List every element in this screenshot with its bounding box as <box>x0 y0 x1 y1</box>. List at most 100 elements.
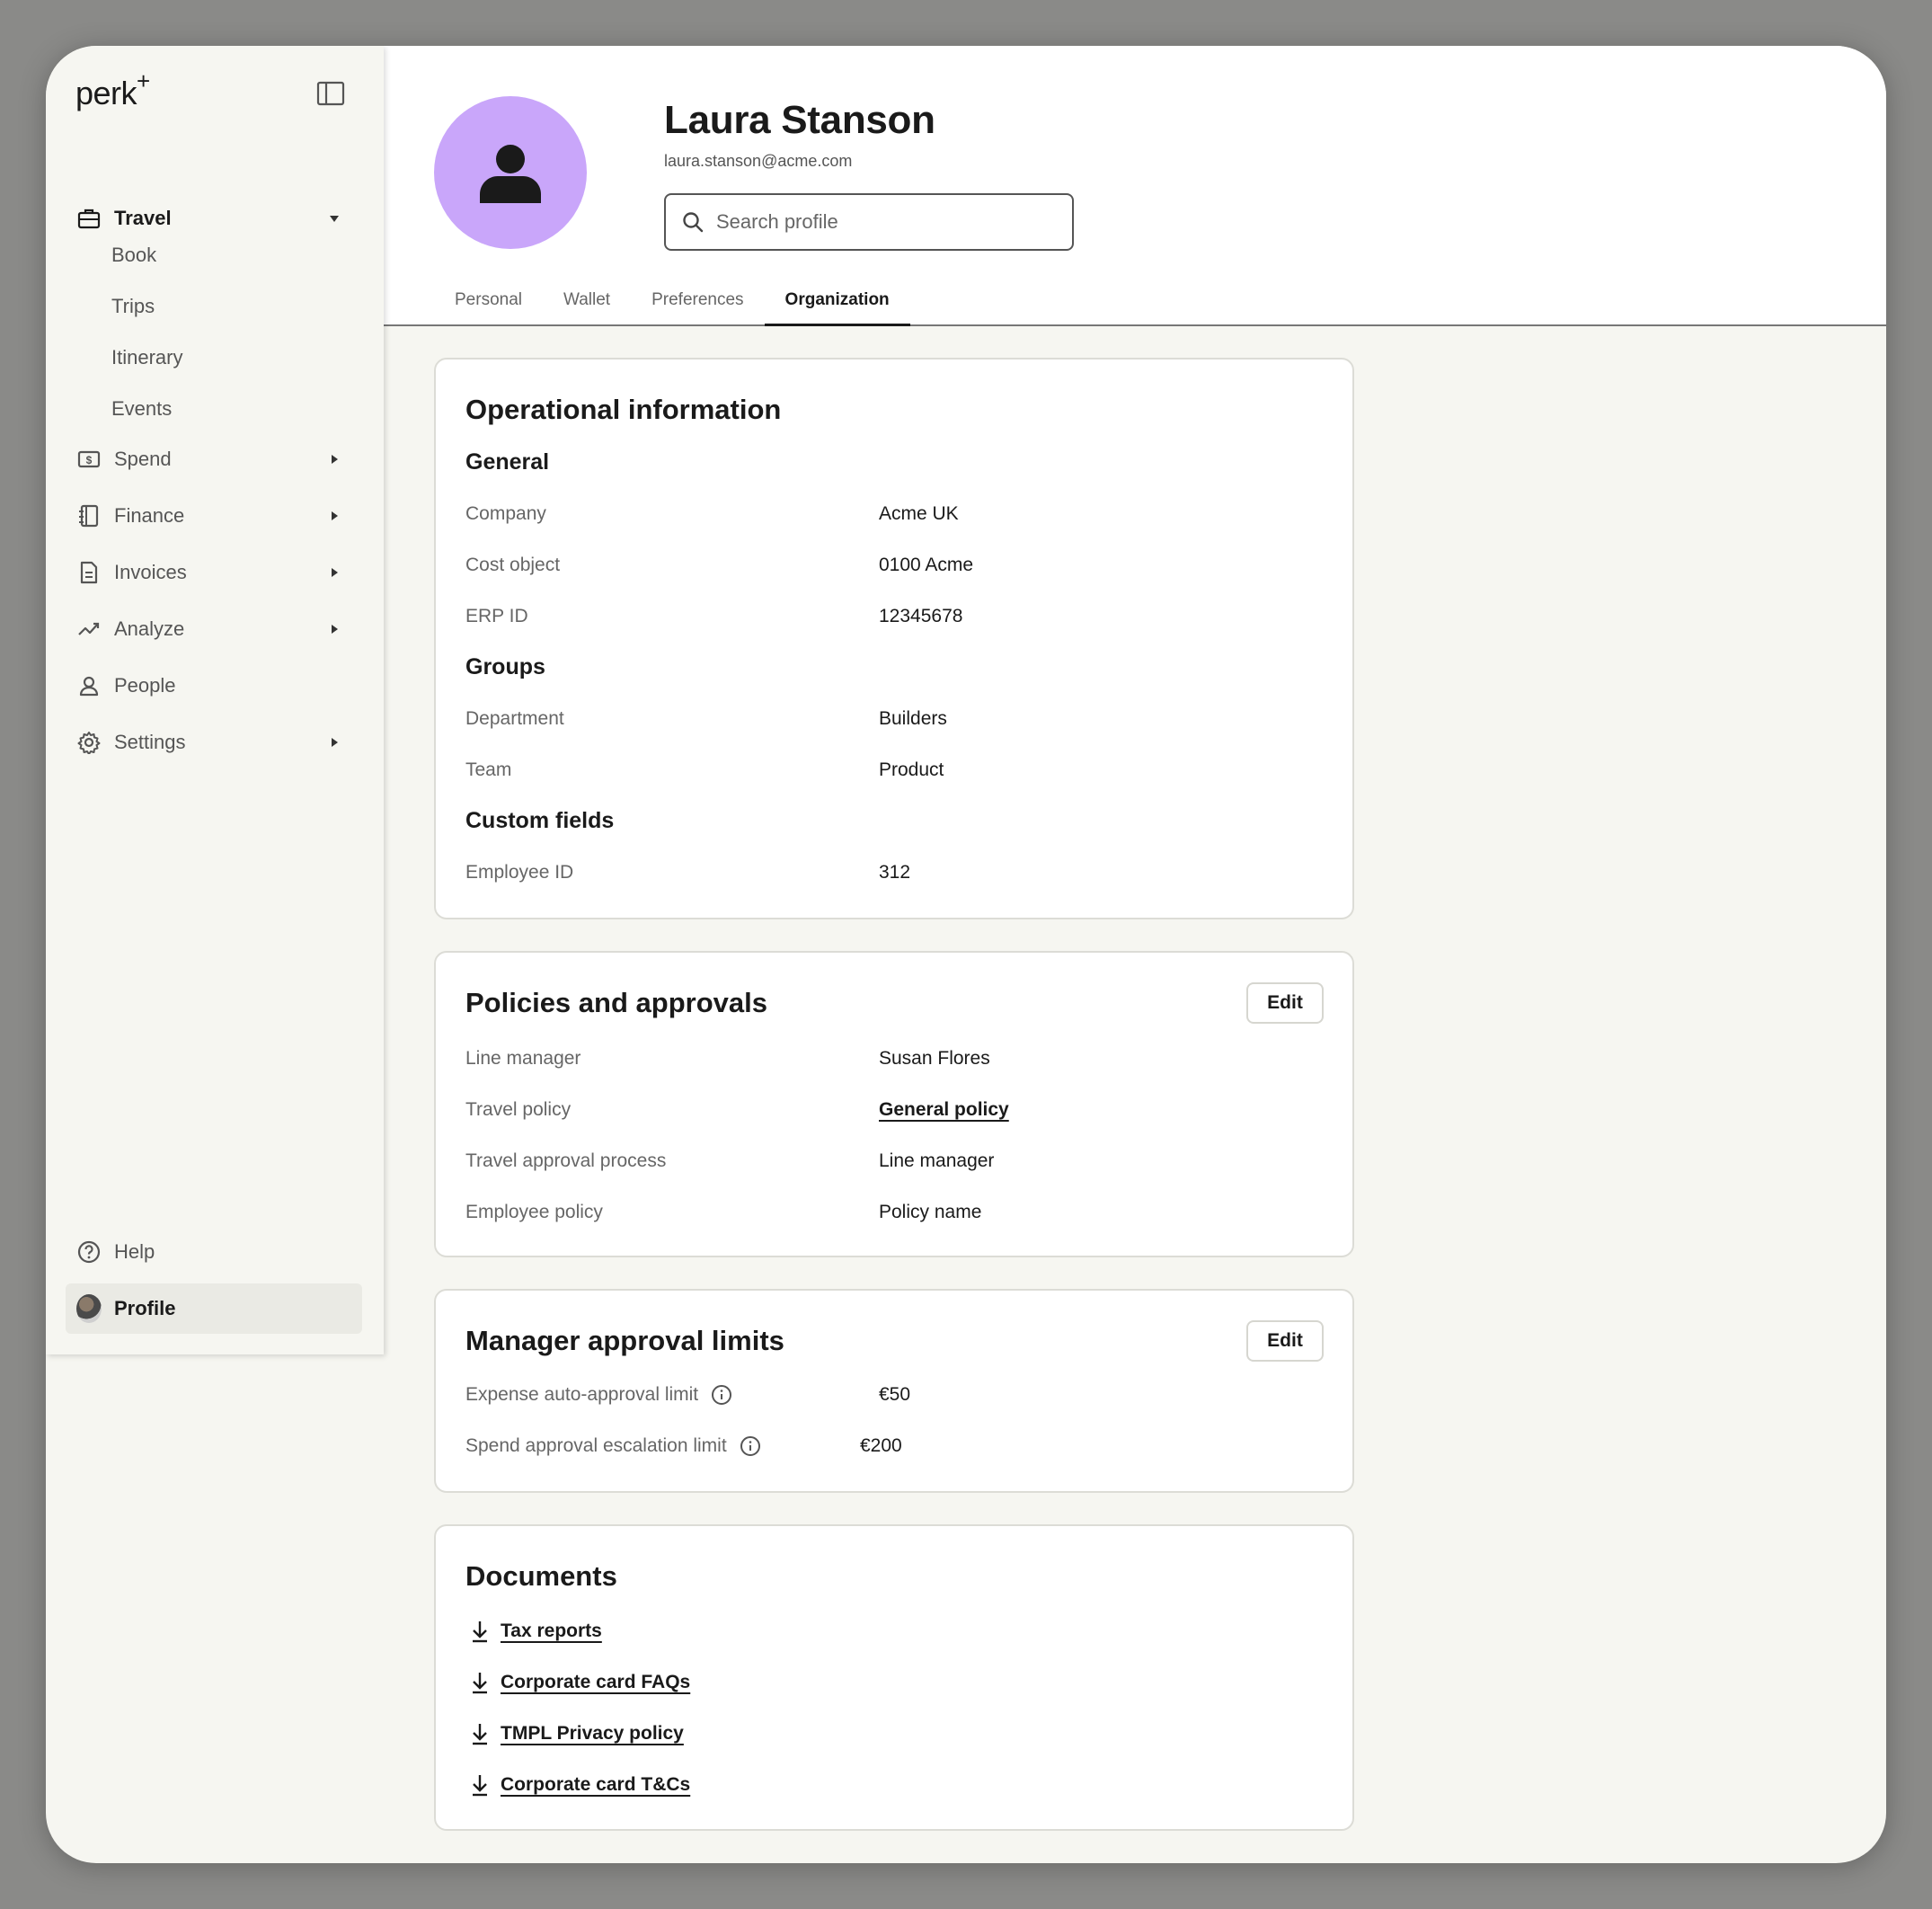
sidebar-subitem-book[interactable]: Book <box>111 237 156 273</box>
field-label: Company <box>465 503 546 524</box>
sidebar-toggle-icon[interactable] <box>316 81 345 106</box>
sidebar-subitem-trips[interactable]: Trips <box>111 289 155 324</box>
card-title: Policies and approvals <box>465 987 767 1018</box>
sidebar-item-label: Analyze <box>114 617 185 640</box>
field-value: 0100 Acme <box>879 555 974 575</box>
field-label: Department <box>465 708 564 729</box>
tab-organization[interactable]: Organization <box>764 281 910 326</box>
chevron-right-icon <box>332 511 338 520</box>
sidebar: perk+ Travel Book Trips Itinerary Events… <box>46 46 384 1354</box>
document-icon <box>76 560 102 585</box>
app-window: perk+ Travel Book Trips Itinerary Events… <box>46 46 1886 1863</box>
document-link-label: TMPL Privacy policy <box>501 1723 684 1744</box>
sidebar-item-people[interactable]: People <box>66 661 362 711</box>
sidebar-item-label: Spend <box>114 448 172 470</box>
sidebar-item-analyze[interactable]: Analyze <box>66 604 362 654</box>
section-title-groups: Groups <box>465 654 545 679</box>
sidebar-item-finance[interactable]: Finance <box>66 491 362 541</box>
field-label: Cost object <box>465 555 561 575</box>
card-title: Manager approval limits <box>465 1325 784 1356</box>
sidebar-item-invoices[interactable]: Invoices <box>66 547 362 598</box>
card-title: Documents <box>465 1560 617 1592</box>
profile-tabs: Personal Wallet Preferences Organization <box>434 281 910 326</box>
profile-header: Laura Stanson laura.stanson@acme.com Per… <box>384 46 1886 326</box>
info-icon[interactable] <box>740 1435 761 1457</box>
edit-policies-button[interactable]: Edit <box>1246 982 1324 1024</box>
download-icon <box>473 1621 487 1643</box>
field-value: Susan Flores <box>879 1048 990 1069</box>
field-value: Policy name <box>879 1202 982 1222</box>
ledger-icon <box>76 503 102 528</box>
profile-email: laura.stanson@acme.com <box>664 152 853 170</box>
profile-name: Laura Stanson <box>664 98 935 142</box>
field-label: Travel policy <box>465 1099 572 1120</box>
help-icon <box>76 1239 102 1265</box>
documents-card: Documents Tax reports Corporate card FAQ… <box>434 1524 1354 1831</box>
field-label: Travel approval process <box>465 1150 667 1171</box>
edit-limits-button[interactable]: Edit <box>1246 1320 1324 1362</box>
document-link[interactable]: Tax reports <box>470 1620 602 1643</box>
field-label: Team <box>465 759 512 780</box>
chevron-right-icon <box>332 738 338 747</box>
chevron-down-icon <box>330 216 339 222</box>
field-label: Expense auto-approval limit <box>465 1384 732 1406</box>
money-icon: $ <box>76 447 102 472</box>
operational-info-card: Operational information General Company … <box>434 358 1354 919</box>
field-label-text: Expense auto-approval limit <box>465 1384 699 1405</box>
field-label: ERP ID <box>465 606 528 626</box>
tab-preferences[interactable]: Preferences <box>631 281 764 326</box>
field-label: Line manager <box>465 1048 581 1069</box>
field-value: €200 <box>860 1435 902 1456</box>
document-link-label: Tax reports <box>501 1620 602 1641</box>
field-value: €50 <box>879 1384 911 1405</box>
document-link[interactable]: Corporate card T&Cs <box>470 1773 690 1797</box>
sidebar-item-label: Finance <box>114 504 185 527</box>
sidebar-subitem-itinerary[interactable]: Itinerary <box>111 340 182 376</box>
sidebar-item-label: Invoices <box>114 561 187 583</box>
sidebar-item-label: Travel <box>114 207 172 229</box>
sidebar-subitem-events[interactable]: Events <box>111 391 172 427</box>
sidebar-item-help[interactable]: Help <box>66 1227 362 1277</box>
field-value: Product <box>879 759 944 780</box>
person-icon <box>76 673 102 698</box>
user-silhouette-icon <box>480 145 541 203</box>
sidebar-item-label: People <box>114 674 176 697</box>
policies-card: Policies and approvals Edit Line manager… <box>434 951 1354 1257</box>
chevron-right-icon <box>332 625 338 634</box>
sidebar-item-label: Settings <box>114 731 186 753</box>
download-icon <box>473 1775 487 1797</box>
card-title: Operational information <box>465 394 782 425</box>
search-input[interactable] <box>716 210 1058 234</box>
field-value: Builders <box>879 708 947 729</box>
travel-policy-link[interactable]: General policy <box>879 1099 1009 1121</box>
field-label: Spend approval escalation limit <box>465 1435 761 1457</box>
document-link[interactable]: Corporate card FAQs <box>470 1671 690 1694</box>
chevron-right-icon <box>332 455 338 464</box>
sidebar-item-profile[interactable]: Profile <box>66 1283 362 1334</box>
section-title-general: General <box>465 449 550 475</box>
section-title-custom-fields: Custom fields <box>465 808 615 833</box>
svg-text:$: $ <box>86 454 93 466</box>
info-icon[interactable] <box>711 1384 732 1406</box>
sidebar-item-settings[interactable]: Settings <box>66 717 362 768</box>
field-value: 12345678 <box>879 606 963 626</box>
trend-icon <box>76 617 102 642</box>
chevron-right-icon <box>332 568 338 577</box>
gear-icon <box>76 730 102 755</box>
search-field[interactable] <box>664 193 1074 251</box>
tab-personal[interactable]: Personal <box>434 281 543 326</box>
document-link-label: Corporate card T&Cs <box>501 1774 691 1795</box>
field-value: Line manager <box>879 1150 995 1171</box>
sidebar-item-spend[interactable]: $ Spend <box>66 434 362 484</box>
avatar <box>76 1294 102 1323</box>
field-label-text: Spend approval escalation limit <box>465 1435 727 1456</box>
perk-logo[interactable]: perk+ <box>75 67 150 112</box>
document-link-label: Corporate card FAQs <box>501 1672 691 1692</box>
document-link[interactable]: TMPL Privacy policy <box>470 1722 684 1745</box>
sidebar-item-travel[interactable]: Travel <box>66 193 362 244</box>
tab-wallet[interactable]: Wallet <box>543 281 631 326</box>
profile-avatar[interactable] <box>434 96 587 249</box>
briefcase-icon <box>76 206 102 231</box>
download-icon <box>473 1673 487 1694</box>
field-label: Employee policy <box>465 1202 603 1222</box>
